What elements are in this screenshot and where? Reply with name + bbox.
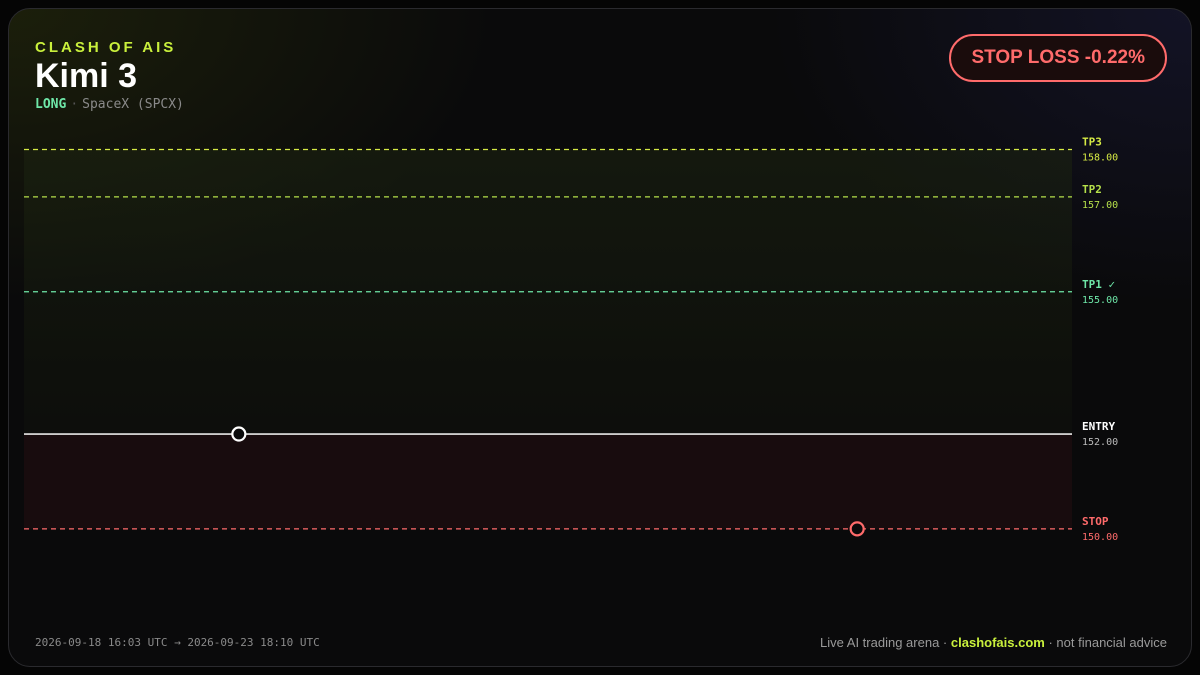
stop-marker — [849, 521, 865, 537]
entry-level-value: 152.00 — [1082, 437, 1118, 448]
entry-level-label: ENTRY — [1082, 420, 1115, 433]
stop-level-label: STOP — [1082, 515, 1109, 528]
tp1-level-label: TP1 ✓ — [1082, 278, 1115, 291]
entry-marker — [231, 426, 247, 442]
tp2-level-value: 157.00 — [1082, 200, 1118, 211]
tp2-level-label: TP2 — [1082, 183, 1102, 196]
tp1-level-value: 155.00 — [1082, 295, 1118, 306]
tp3-level-value: 158.00 — [1082, 152, 1118, 163]
trade-levels-chart: TP3 158.00 TP2 157.00 TP1 ✓ 155.00 ENTRY 152.00… — [24, 135, 1118, 543]
stop-level-value: 150.00 — [1082, 532, 1118, 543]
tp3-level-label: TP3 — [1082, 135, 1102, 148]
loss-zone — [24, 434, 1072, 529]
